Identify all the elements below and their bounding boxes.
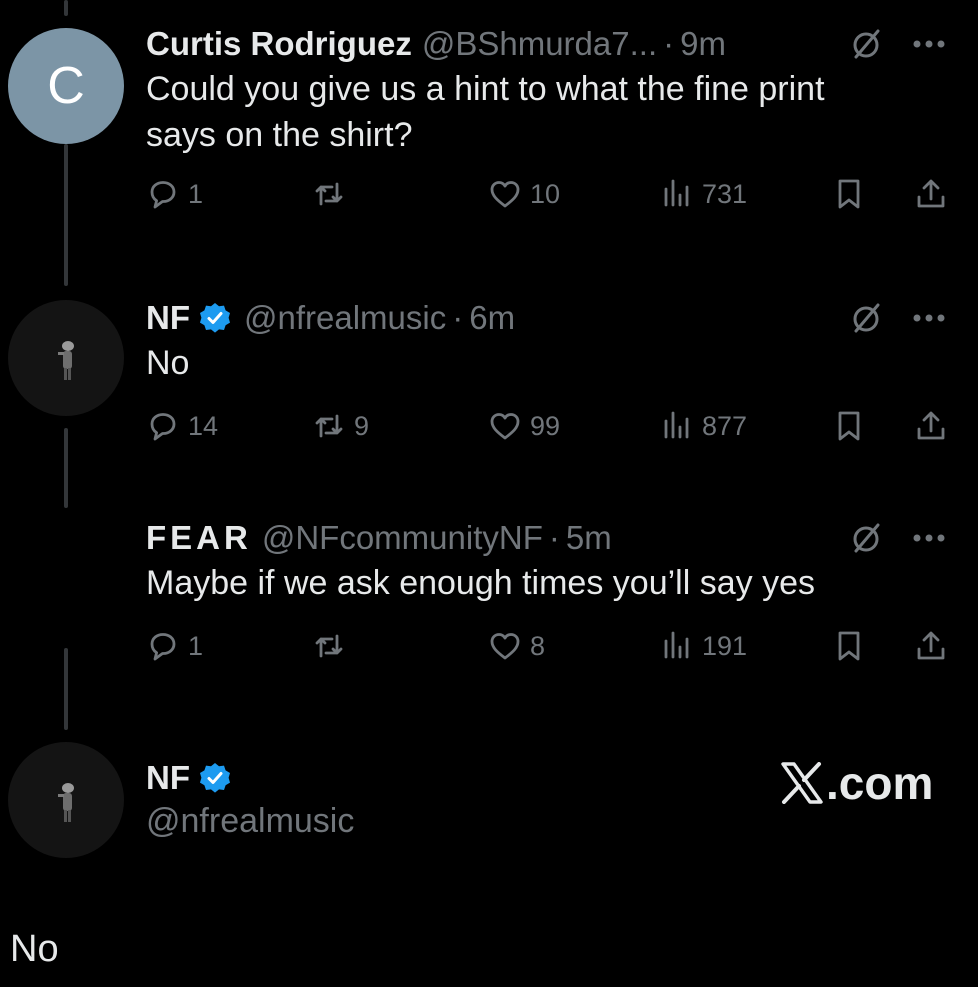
grok-icon[interactable]	[848, 300, 884, 336]
user-handle[interactable]: @nfrealmusic	[244, 299, 446, 337]
reply-count: 14	[188, 410, 219, 441]
display-name[interactable]: NF	[146, 299, 190, 337]
retweet-button[interactable]	[312, 174, 354, 214]
brand-suffix: .com	[826, 757, 934, 809]
overlay-caption: No	[10, 928, 59, 970]
like-button[interactable]: 10	[488, 174, 560, 214]
views-button[interactable]: 731	[660, 174, 747, 214]
view-count: 877	[702, 410, 748, 441]
retweet-icon	[315, 634, 343, 658]
avatar[interactable]: C	[8, 28, 124, 144]
grok-icon[interactable]	[848, 26, 884, 62]
views-icon	[664, 179, 689, 207]
bookmark-icon	[838, 631, 860, 661]
brand-watermark: .com	[780, 756, 933, 810]
tweet-actions: 1 8 191	[146, 626, 946, 666]
tweet-text: Maybe if we ask enough times you’ll say …	[146, 564, 815, 602]
display-name[interactable]: FEAR	[146, 519, 252, 557]
heart-icon	[490, 181, 520, 208]
retweet-icon	[315, 414, 343, 438]
verified-badge-icon	[200, 303, 230, 333]
avatar-photo-icon	[58, 341, 74, 380]
bookmark-icon	[838, 179, 860, 209]
timestamp[interactable]: 5m	[566, 519, 612, 557]
tweet-actions: 14 9 99 877	[146, 406, 946, 446]
user-handle[interactable]: @NFcommunityNF	[262, 519, 543, 557]
tweet-header: NF @nfrealmusic · 6m	[146, 298, 946, 338]
display-name[interactable]: Curtis Rodriguez	[146, 25, 412, 63]
bookmark-button[interactable]	[832, 626, 866, 666]
retweet-button[interactable]: 9	[312, 406, 369, 446]
timestamp[interactable]: 9m	[680, 25, 726, 63]
heart-icon	[490, 413, 520, 440]
grok-icon[interactable]	[848, 520, 884, 556]
tweet[interactable]: NF @nfrealmusic · 6m No 14 9 99 877	[146, 298, 946, 446]
tweet-header: Curtis Rodriguez @BShmurda7... · 9m	[146, 24, 946, 64]
more-icon[interactable]	[912, 39, 946, 49]
thread-line-top	[64, 0, 68, 16]
verified-badge-icon	[200, 763, 230, 793]
x-logo-icon	[781, 762, 823, 804]
tweet-text: No	[146, 344, 190, 382]
avatar-letter: C	[47, 57, 85, 115]
bookmark-button[interactable]	[832, 406, 866, 446]
reply-icon	[150, 633, 176, 661]
tweet-header: FEAR @NFcommunityNF · 5m	[146, 518, 946, 558]
view-count: 191	[702, 630, 748, 661]
like-button[interactable]: 8	[488, 626, 545, 666]
share-button[interactable]	[914, 174, 948, 214]
thread-line	[64, 648, 68, 730]
like-count: 99	[530, 410, 561, 441]
reply-button[interactable]: 14	[146, 406, 218, 446]
user-handle[interactable]: @BShmurda7...	[422, 25, 657, 63]
retweet-count: 9	[354, 410, 370, 441]
heart-icon	[490, 633, 520, 660]
views-icon	[664, 631, 689, 659]
display-name[interactable]: NF	[146, 759, 190, 797]
profile-card-handle[interactable]: @nfrealmusic	[146, 802, 354, 841]
share-icon	[917, 631, 945, 660]
tweet-actions: 1 10 731	[146, 174, 946, 214]
tweet-text: Could you give us a hint to what the fin…	[146, 70, 825, 154]
share-button[interactable]	[914, 626, 948, 666]
reply-icon	[150, 413, 176, 441]
avatar-photo-icon	[58, 783, 74, 822]
reply-count: 1	[188, 630, 204, 661]
like-button[interactable]: 99	[488, 406, 560, 446]
separator: ·	[663, 25, 675, 62]
reply-button[interactable]: 1	[146, 174, 203, 214]
timestamp[interactable]: 6m	[469, 299, 515, 337]
views-button[interactable]: 191	[660, 626, 747, 666]
tweet[interactable]: FEAR @NFcommunityNF · 5m Maybe if we ask…	[146, 518, 946, 666]
bookmark-icon	[838, 411, 860, 441]
avatar[interactable]	[8, 742, 124, 858]
reply-count: 1	[188, 178, 204, 209]
reply-icon	[150, 181, 176, 209]
separator: ·	[548, 519, 560, 556]
more-icon[interactable]	[912, 533, 946, 543]
views-icon	[664, 411, 689, 439]
thread-line	[64, 428, 68, 508]
retweet-button[interactable]	[312, 626, 354, 666]
tweet[interactable]: Curtis Rodriguez @BShmurda7... · 9m Coul…	[146, 24, 946, 214]
share-button[interactable]	[914, 406, 948, 446]
thread-line	[64, 144, 68, 286]
share-icon	[917, 411, 945, 440]
separator: ·	[452, 299, 464, 336]
reply-button[interactable]: 1	[146, 626, 203, 666]
like-count: 8	[530, 630, 546, 661]
profile-card-name[interactable]: NF	[146, 758, 238, 798]
share-icon	[917, 179, 945, 208]
retweet-icon	[315, 182, 343, 206]
view-count: 731	[702, 178, 748, 209]
more-icon[interactable]	[912, 313, 946, 323]
bookmark-button[interactable]	[832, 174, 866, 214]
like-count: 10	[530, 178, 561, 209]
views-button[interactable]: 877	[660, 406, 747, 446]
avatar[interactable]	[8, 300, 124, 416]
